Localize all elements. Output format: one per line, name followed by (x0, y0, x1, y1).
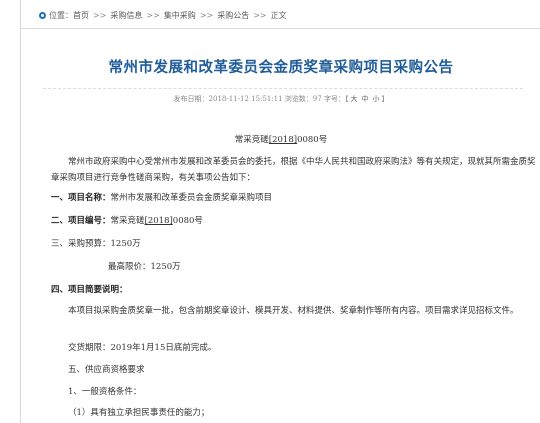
doc-number-suffix: 号 (318, 135, 328, 145)
article-meta: 发布日期：2018-11-12 15:51:11 浏览数：97 字号：【大中小】 (173, 95, 389, 103)
breadcrumb-separator: >> (146, 10, 160, 20)
breadcrumb-centralized[interactable]: 集中采购 (164, 10, 196, 21)
item-description-heading: 四、项目简要说明： (51, 282, 128, 298)
item-description-text: 本项目拟采购金质奖章一批，包含前期奖章设计、模具开发、材料提供、奖章制作等所有内… (68, 306, 519, 316)
item-description-label: 四、项目简要说明： (51, 285, 128, 295)
item-general-qualifications: 1、一般资格条件： (68, 387, 142, 397)
item-project-number-year: [2018] (144, 216, 173, 226)
breadcrumb-current: 正文 (270, 10, 287, 20)
item-project-name: 一、项目名称：常州市发展和改革委员会金质奖章采购项目 (51, 190, 272, 206)
font-size-large-button[interactable]: 大 (350, 95, 357, 103)
breadcrumb-procurement-info[interactable]: 采购信息 (110, 10, 142, 21)
item-project-number: 二、项目编号：常采竞磋[2018]0080号 (51, 213, 203, 229)
document-number: 常采竞磋[2018]0080号 (21, 133, 540, 145)
location-icon (39, 11, 46, 19)
doc-number-value: 0080 (297, 135, 319, 145)
page: 位置： 首页 >> 采购信息 >> 集中采购 >> 采购公告 >> 正文 常州市… (0, 0, 540, 423)
breadcrumb-separator: >> (253, 10, 267, 20)
item-project-number-label: 二、项目编号： (51, 216, 111, 226)
doc-number-year: [2018] (268, 135, 298, 145)
font-size-medium-button[interactable]: 中 (361, 95, 368, 103)
breadcrumb-bar: 位置： 首页 >> 采购信息 >> 集中采购 >> 采购公告 >> 正文 (21, 0, 540, 29)
publish-label: 发布日期： (173, 95, 209, 103)
item-project-name-label: 一、项目名称： (51, 193, 111, 203)
publish-date: 2018-11-12 15:51:11 (208, 95, 283, 103)
delivery-deadline: 交货期限：2019年1月15日底前完成。 (68, 343, 217, 353)
content-frame: 位置： 首页 >> 采购信息 >> 集中采购 >> 采购公告 >> 正文 常州市… (20, 0, 540, 423)
page-title: 常州市发展和改革委员会金质奖章采购项目采购公告 (108, 59, 454, 76)
views-label: 浏览数： (284, 95, 313, 103)
view-count: 97 (312, 95, 322, 103)
item-max-price: 最高限价：1250万 (108, 262, 181, 272)
item-supplier-requirements: 五、供应商资格要求 (68, 365, 145, 375)
doc-number-prefix: 常采竞磋 (234, 135, 269, 145)
item-project-name-value: 常州市发展和改革委员会金质奖章采购项目 (110, 193, 273, 203)
breadcrumb-announcements[interactable]: 采购公告 (217, 10, 249, 21)
breadcrumb-separator: >> (199, 10, 214, 20)
item-budget: 三、采购预算：1250万 (51, 239, 141, 249)
item-civil-liability: （1）具有独立承担民事责任的能力； (68, 408, 210, 418)
intro-paragraph: 常州市政府采购中心受常州市发展和改革委员会的委托，根据《中华人民共和国政府采购法… (51, 157, 536, 183)
breadcrumb-prefix: 位置： (49, 10, 73, 20)
item-project-number-value: 0080号 (172, 216, 203, 226)
breadcrumb-home[interactable]: 首页 (73, 10, 89, 21)
fontsize-label: 字号： (323, 95, 345, 103)
breadcrumb: 位置： 首页 >> 采购信息 >> 集中采购 >> 采购公告 >> 正文 (39, 8, 287, 22)
divider (43, 88, 523, 89)
item-project-number-prefix: 常采竞磋 (110, 216, 145, 226)
font-size-small-button[interactable]: 小 (372, 95, 379, 103)
breadcrumb-separator: >> (93, 10, 107, 20)
